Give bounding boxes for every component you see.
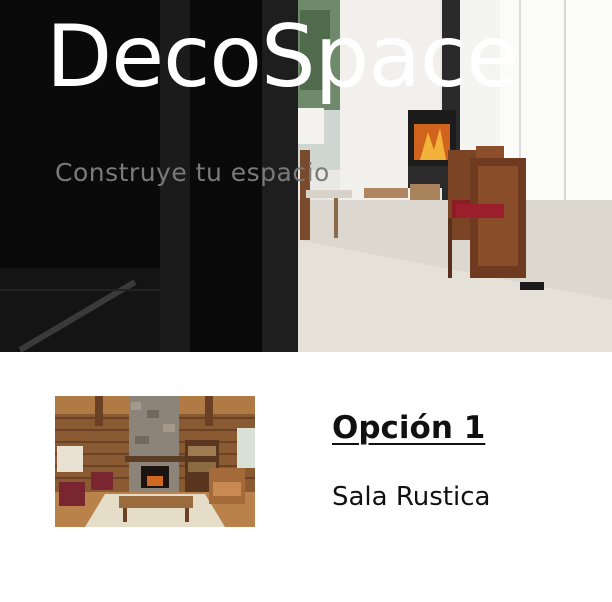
option-image[interactable] bbox=[55, 396, 255, 527]
site-title: DecoSpace bbox=[46, 7, 519, 107]
option-description: Sala Rustica bbox=[332, 482, 491, 512]
option-card[interactable]: Opción 1 Sala Rustica bbox=[0, 352, 612, 602]
rustic-room-photo bbox=[55, 396, 255, 527]
hero-banner: DecoSpace Construye tu espacio bbox=[0, 0, 612, 352]
site-tagline: Construye tu espacio bbox=[55, 158, 330, 187]
option-title[interactable]: Opción 1 bbox=[332, 410, 485, 446]
